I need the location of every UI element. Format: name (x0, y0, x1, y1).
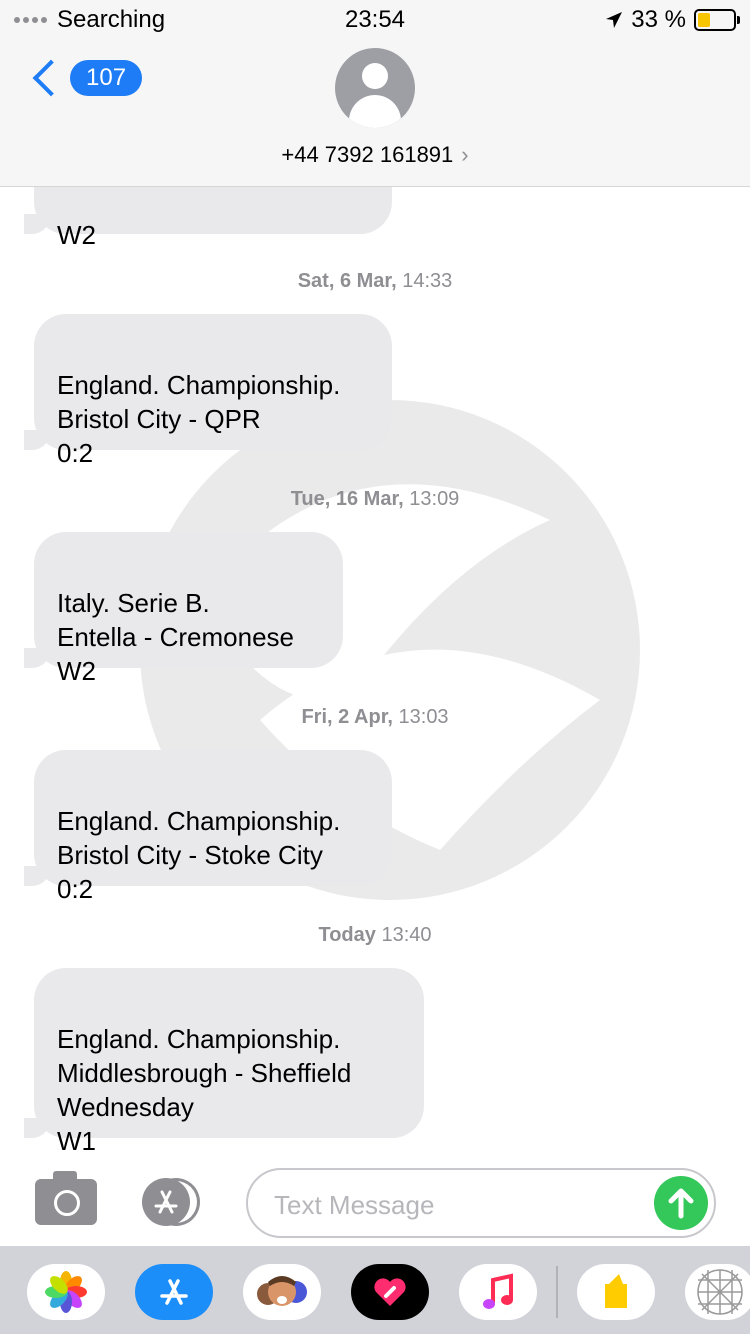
digital-touch-icon (374, 1278, 406, 1306)
music-app[interactable] (459, 1264, 537, 1320)
memoji-icon (257, 1276, 307, 1306)
timestamp: Tue, 16 Mar, 13:09 (290, 488, 460, 510)
timestamp: Today 13:40 (318, 924, 432, 946)
message-input-field[interactable] (246, 1168, 716, 1238)
status-bar: Searching 23:54 33 % (0, 0, 750, 40)
back-button[interactable]: 107 (30, 59, 143, 97)
app-store-icon (154, 1190, 178, 1214)
message-text: W2 (57, 220, 96, 250)
message-bubble-2[interactable]: England. Championship. Bristol City - QP… (24, 314, 392, 468)
yellow-app[interactable] (577, 1264, 655, 1320)
photos-icon (45, 1271, 87, 1313)
location-arrow-icon (606, 12, 623, 28)
grid-app[interactable] (685, 1264, 750, 1320)
arrow-up-icon (668, 1188, 694, 1219)
drawer-divider (556, 1266, 558, 1318)
music-icon (483, 1273, 513, 1309)
app-drawer (0, 1246, 750, 1334)
conversation-header: Searching 23:54 33 % 107 +44 7392 161891… (0, 0, 750, 187)
photos-app[interactable] (27, 1264, 105, 1320)
send-button[interactable] (654, 1176, 708, 1230)
timestamp: Sat, 6 Mar, 14:33 (297, 270, 453, 292)
contact-name[interactable]: +44 7392 161891 › (0, 142, 750, 168)
grid-app-icon (697, 1269, 743, 1315)
message-bubble-5[interactable]: England. Championship. Middlesbrough - S… (24, 968, 424, 1156)
timestamp: Fri, 2 Apr, 13:03 (301, 706, 449, 728)
message-text: England. Championship. Middlesbrough - S… (57, 1024, 352, 1156)
digital-touch-app[interactable] (351, 1264, 429, 1320)
app-store-app[interactable] (135, 1264, 213, 1320)
memoji-app[interactable] (243, 1264, 321, 1320)
unread-count-badge: 107 (70, 60, 143, 96)
battery-icon (694, 9, 740, 31)
battery-percent: 33 % (631, 6, 686, 33)
yellow-app-icon (605, 1274, 627, 1308)
text-message-input[interactable] (272, 1182, 636, 1228)
camera-button[interactable] (35, 1171, 97, 1225)
message-bubble-4[interactable]: England. Championship. Bristol City - St… (24, 750, 392, 904)
contact-number: +44 7392 161891 (281, 142, 454, 167)
status-right: 33 % (605, 6, 740, 34)
contact-avatar[interactable] (335, 48, 415, 128)
chevron-right-icon: › (461, 142, 469, 167)
chevron-left-icon (32, 59, 70, 97)
message-bubble-3[interactable]: Italy. Serie B. Entella - Cremonese W2 (24, 532, 343, 686)
app-store-icon (160, 1279, 188, 1305)
app-store-button[interactable] (142, 1178, 208, 1226)
